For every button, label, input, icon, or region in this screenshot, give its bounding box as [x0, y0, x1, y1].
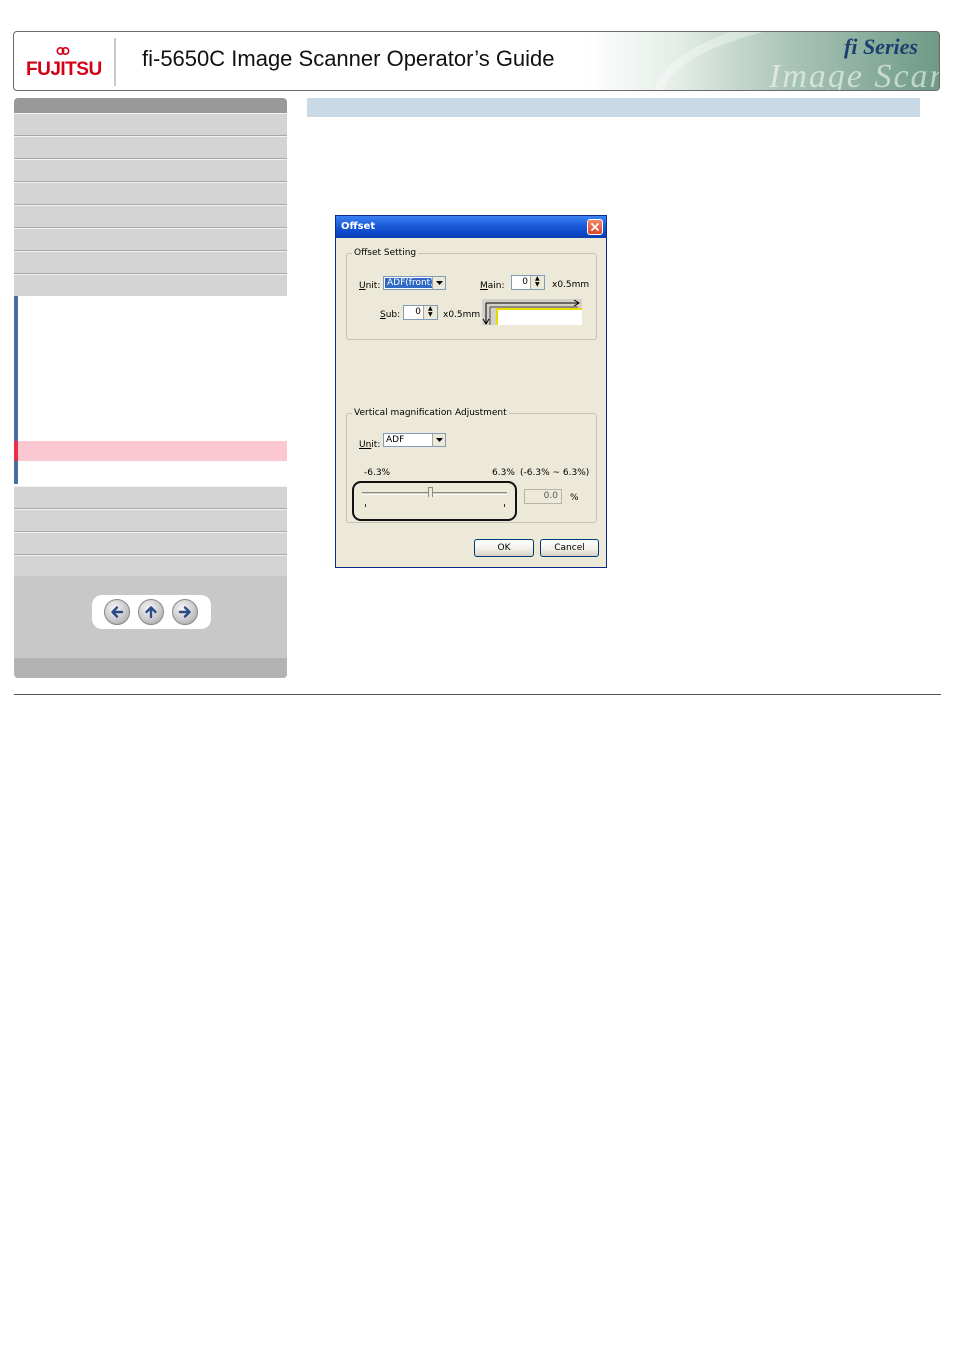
offset-diagram: [482, 299, 582, 325]
cancel-button[interactable]: Cancel: [540, 539, 599, 557]
offset-setting-group: Offset Setting Unit: ADF(front) Main: 0 …: [346, 248, 597, 340]
sub-offset-value: 0: [415, 307, 421, 317]
paper-graphic: [496, 308, 582, 325]
spin-buttons[interactable]: ▲ ▼: [423, 306, 437, 319]
sub-offset-spinner[interactable]: 0 ▲ ▼: [403, 305, 438, 320]
up-page-button[interactable]: [138, 599, 164, 625]
chevron-down-icon: [436, 438, 443, 442]
fujitsu-logo: FUJITSU: [26, 42, 106, 82]
header-divider: [114, 38, 116, 86]
sidebar-item-3[interactable]: [14, 159, 287, 182]
dialog-title: Offset: [341, 221, 376, 232]
current-indicator: [14, 441, 18, 461]
magnification-unit-label: %: [570, 493, 579, 503]
next-page-button[interactable]: [172, 599, 198, 625]
group-label: Offset Setting: [352, 248, 419, 258]
arrow-left-icon: [111, 606, 124, 618]
slider-tick: [365, 504, 366, 507]
sidebar-subsection: [14, 296, 287, 484]
sidebar-item-7[interactable]: [14, 251, 287, 274]
navigation-panel-footer: [14, 658, 287, 678]
slider-highlight-frame: [352, 481, 517, 521]
offset-dialog: Offset Offset Setting Unit: ADF(front) M…: [335, 215, 607, 568]
dropdown-button[interactable]: [432, 277, 445, 289]
spin-down-icon[interactable]: ▼: [428, 312, 433, 318]
main-label-text: ain:: [487, 281, 505, 291]
sidebar-item-9[interactable]: [14, 486, 287, 509]
sidebar-item-1[interactable]: [14, 113, 287, 136]
vertical-unit-value: ADF: [386, 435, 405, 445]
main-unit-label: x0.5mm: [552, 280, 590, 290]
close-icon: [591, 223, 599, 231]
main-offset-spinner[interactable]: 0 ▲ ▼: [511, 275, 545, 290]
chevron-down-icon: [436, 281, 443, 285]
group-label: Vertical magnification Adjustment: [352, 408, 509, 418]
dropdown-button[interactable]: [432, 434, 445, 446]
unit-label-text: it:: [371, 440, 381, 450]
offset-unit-value: ADF(front): [385, 278, 436, 288]
magnification-slider-thumb[interactable]: [428, 487, 433, 497]
infinity-mark-icon: [56, 46, 70, 56]
main-label-accel: M: [480, 281, 488, 291]
sidebar-item-10[interactable]: [14, 509, 287, 532]
slider-min-label: -6.3%: [364, 468, 391, 478]
brand-name: FUJITSU: [26, 59, 102, 80]
sub-label: Sub:: [380, 310, 400, 320]
unit-label-accel: Un: [359, 440, 372, 450]
slider-max-label: 6.3%: [492, 468, 515, 478]
header-watermark: Image Scanner: [769, 58, 939, 91]
footer-divider: [14, 694, 941, 695]
fi-series-logo: fi Series: [844, 34, 918, 60]
offset-unit-select[interactable]: ADF(front): [383, 276, 446, 290]
slider-range-label: (-6.3% ~ 6.3%): [520, 468, 590, 478]
previous-page-button[interactable]: [104, 599, 130, 625]
sidebar-item-current[interactable]: [14, 441, 287, 461]
unit-label-accel: U: [359, 281, 366, 291]
sidebar-item-6[interactable]: [14, 228, 287, 251]
sidebar-item-2[interactable]: [14, 136, 287, 159]
navigation-panel: [14, 576, 287, 678]
dialog-titlebar: Offset: [336, 216, 606, 238]
section-title-bar: [307, 98, 920, 117]
slider-tick: [504, 504, 505, 507]
sub-unit-label: x0.5mm: [443, 310, 481, 320]
sidebar-item-4[interactable]: [14, 182, 287, 205]
spin-buttons[interactable]: ▲ ▼: [530, 276, 544, 289]
sidebar-item-11[interactable]: [14, 532, 287, 555]
navigation-buttons: [92, 595, 211, 629]
spin-down-icon[interactable]: ▼: [535, 282, 540, 288]
magnification-value-field: 0.0: [524, 489, 562, 504]
close-button[interactable]: [587, 219, 603, 235]
main-label: Main:: [480, 281, 505, 291]
page-header: Image Scanner FUJITSU fi-5650C Image Sca…: [13, 31, 940, 91]
sub-label-text: ub:: [385, 310, 401, 320]
unit-label-text: nit:: [365, 281, 381, 291]
arrow-up-icon: [145, 606, 157, 619]
sidebar-item-5[interactable]: [14, 205, 287, 228]
vertical-unit-select[interactable]: ADF: [383, 433, 446, 447]
page-title: fi-5650C Image Scanner Operator’s Guide: [142, 46, 555, 71]
sidebar: [14, 98, 287, 678]
series-logo-text: fi Series: [844, 34, 918, 59]
unit-label: Unit:: [359, 281, 380, 291]
unit-label: Unit:: [359, 440, 380, 450]
main-offset-value: 0: [522, 277, 528, 287]
arrow-right-icon: [178, 606, 191, 618]
ok-button[interactable]: OK: [474, 539, 534, 557]
sidebar-item-8[interactable]: [14, 274, 287, 297]
magnification-slider-track[interactable]: [362, 492, 507, 495]
sidebar-header-bar: [14, 98, 287, 113]
sidebar-item-12[interactable]: [14, 555, 287, 578]
